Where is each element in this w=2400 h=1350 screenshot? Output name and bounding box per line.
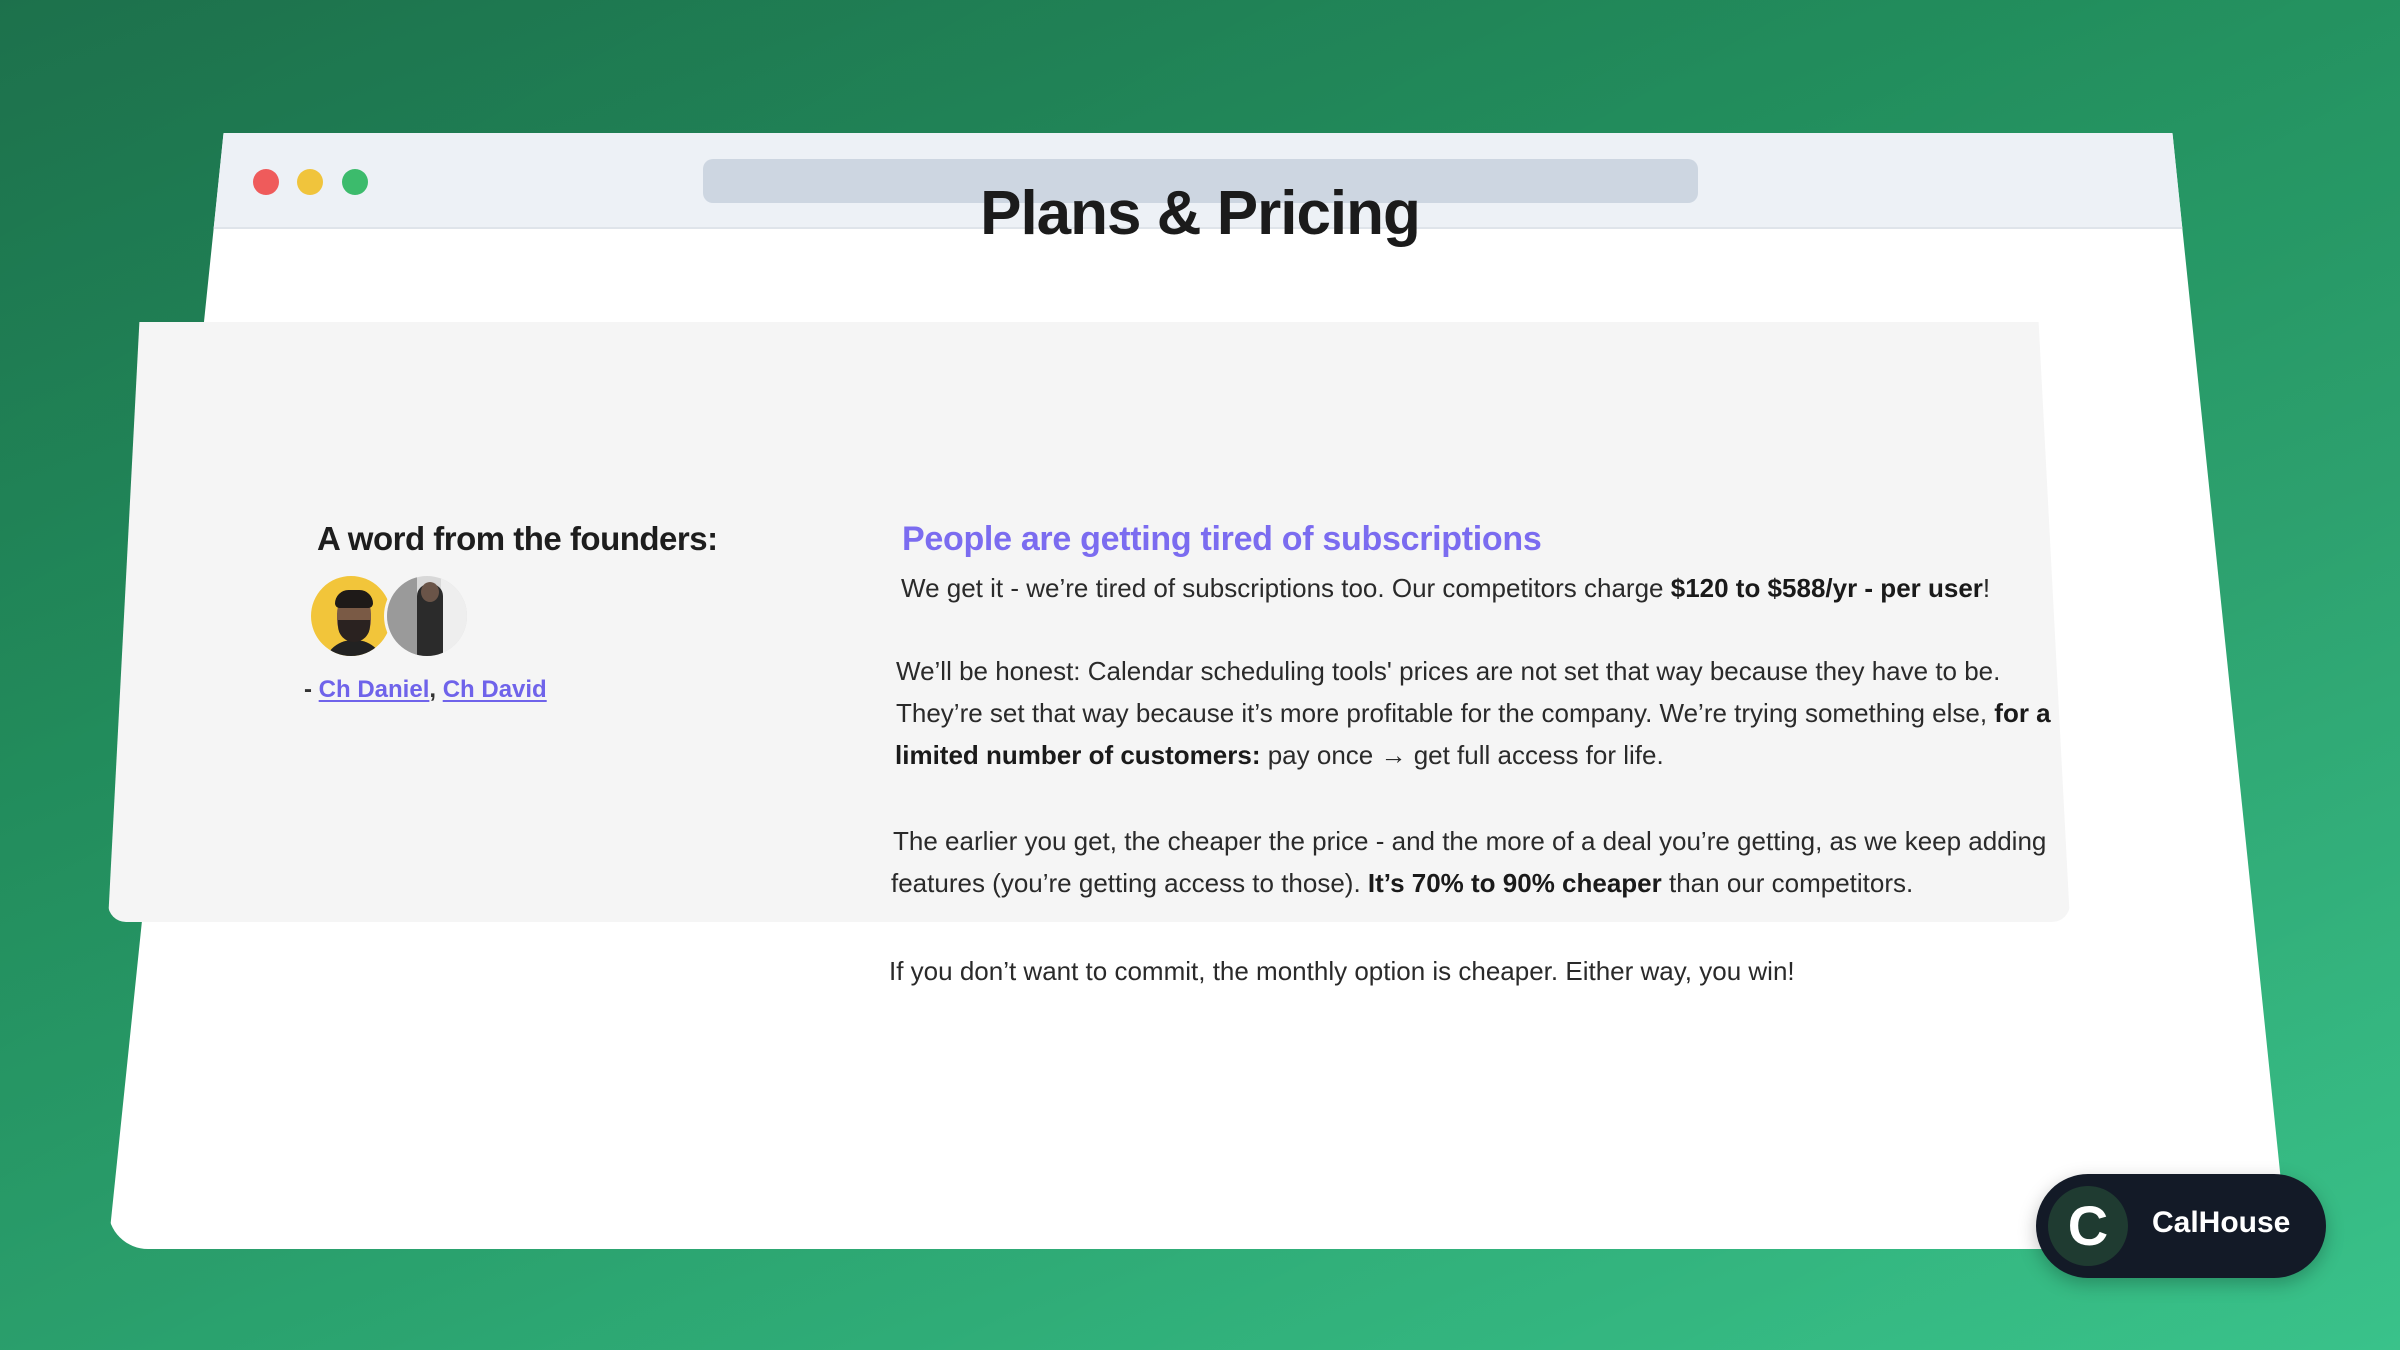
avatar-daniel (308, 573, 394, 659)
p1-text: We get it - we’re tired of subscriptions… (901, 573, 1671, 603)
paragraph-honesty: We’ll be honest: Calendar scheduling too… (0, 650, 2051, 776)
paragraph-early-pricing: The earlier you get, the cheaper the pri… (0, 820, 2046, 904)
p1-end: ! (1982, 573, 1991, 603)
p3-line2-bold: It’s 70% to 90% cheaper (1367, 868, 1662, 898)
founders-heading: A word from the founders: (317, 520, 718, 557)
p3-line2-text: features (you’re getting access to those… (891, 868, 1368, 898)
p2-line2-bold: for a (1994, 698, 2051, 728)
calhouse-logo-icon: C (2048, 1186, 2128, 1266)
paragraph-competitor-pricing: We get it - we’re tired of subscriptions… (901, 567, 1990, 609)
p2-line2-text: They’re set that way because it’s more p… (896, 698, 1995, 728)
calhouse-badge[interactable]: C CalHouse (2036, 1174, 2326, 1278)
avatar-david (384, 573, 470, 659)
p2-line1: We’ll be honest: Calendar scheduling too… (896, 656, 2001, 686)
paragraph-monthly-option: If you don’t want to commit, the monthly… (889, 956, 1795, 986)
p3-line2-end: than our competitors. (1661, 868, 1914, 898)
calhouse-label: CalHouse (2152, 1206, 2291, 1239)
p1-bold: $120 to $588/yr - per user (1670, 573, 1983, 603)
p2-line3-bold: limited number of customers: (895, 740, 1261, 770)
subscriptions-heading: People are getting tired of subscription… (902, 520, 1542, 558)
page-title: Plans & Pricing (980, 179, 1421, 248)
p2-line3-text: pay once → get full access for life. (1260, 740, 1664, 770)
p3-line1: The earlier you get, the cheaper the pri… (893, 826, 2047, 856)
